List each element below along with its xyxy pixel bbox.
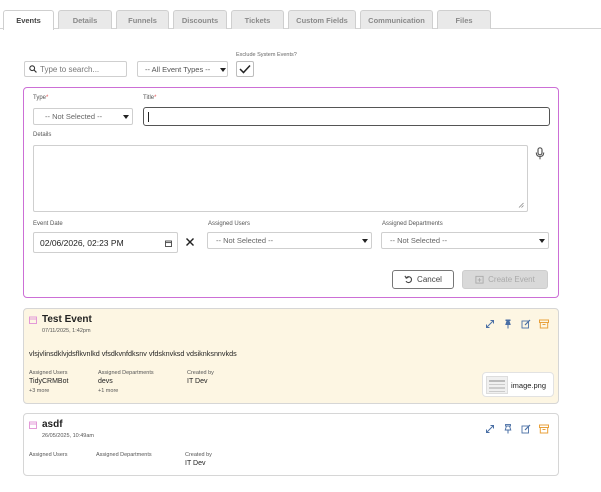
create-event-button-label: Create Event (488, 275, 535, 284)
tab-label: Files (455, 15, 473, 25)
event-date: 07/11/2025, 1:42pm (42, 328, 91, 334)
event-date: 26/05/2025, 10:49am (42, 433, 94, 439)
tab-events[interactable]: Events (3, 10, 54, 30)
expand-icon[interactable] (485, 319, 495, 329)
edit-icon[interactable] (521, 424, 531, 434)
assigned-users-value: -- Not Selected -- (216, 236, 274, 245)
tab-label: Details (72, 15, 98, 25)
tab-details[interactable]: Details (58, 10, 112, 29)
tab-custom-fields[interactable]: Custom Fields (288, 10, 356, 29)
assigned-departments-value: devs (98, 378, 113, 385)
search-input[interactable] (37, 64, 117, 74)
clear-date-icon[interactable] (185, 237, 195, 247)
event-title: asdf (42, 419, 63, 430)
pin-icon[interactable] (503, 319, 513, 329)
event-types-value: -- All Event Types -- (145, 64, 211, 74)
tab-funnels[interactable]: Funnels (116, 10, 169, 29)
chevron-down-icon (539, 239, 545, 243)
tab-tickets[interactable]: Tickets (231, 10, 284, 29)
assigned-users-more[interactable]: +3 more (29, 388, 49, 394)
exclude-system-events-label: Exclude System Events? (236, 52, 297, 58)
details-label: Details (33, 132, 52, 138)
created-by-value: IT Dev (187, 378, 208, 385)
tab-label: Tickets (244, 15, 271, 25)
edit-icon[interactable] (521, 319, 531, 329)
event-date-input[interactable]: 02/06/2026, 02:23 PM (33, 232, 178, 253)
assigned-users-label: Assigned Users (29, 370, 68, 376)
attachment-thumbnail (486, 376, 508, 394)
created-by-label: Created by (185, 452, 212, 458)
assigned-users-value: TidyCRMBot (29, 378, 69, 385)
calendar-icon (29, 316, 37, 324)
chevron-down-icon (123, 115, 129, 119)
tab-label: Custom Fields (296, 15, 348, 25)
undo-icon (404, 275, 413, 284)
assigned-users-label: Assigned Users (29, 452, 68, 458)
tab-communication[interactable]: Communication (360, 10, 433, 29)
pin-icon[interactable] (503, 424, 513, 434)
assigned-departments-label: Assigned Departments (98, 370, 154, 376)
text-cursor (148, 111, 149, 122)
event-title: Test Event (42, 314, 92, 325)
calendar-icon[interactable] (165, 240, 172, 247)
attachment-chip[interactable]: image.png (482, 372, 554, 397)
check-icon (239, 64, 251, 74)
assigned-departments-label: Assigned Departments (382, 221, 443, 227)
created-by-label: Created by (187, 370, 214, 376)
exclude-system-events-checkbox[interactable] (236, 61, 254, 77)
archive-icon[interactable] (539, 424, 549, 434)
microphone-icon[interactable] (535, 147, 545, 160)
create-event-panel: Type* -- Not Selected -- Title* Details … (23, 87, 559, 298)
type-select-value: -- Not Selected -- (45, 112, 103, 121)
tab-files[interactable]: Files (437, 10, 491, 29)
assigned-users-label: Assigned Users (208, 221, 251, 227)
event-types-select[interactable]: -- All Event Types -- (137, 61, 228, 77)
create-event-button[interactable]: Create Event (462, 270, 548, 289)
search-box (24, 61, 127, 77)
archive-icon[interactable] (539, 319, 549, 329)
assigned-departments-more[interactable]: +1 more (98, 388, 118, 394)
assigned-users-select[interactable]: -- Not Selected -- (207, 232, 372, 249)
cancel-button-label: Cancel (417, 275, 442, 284)
tab-discounts[interactable]: Discounts (173, 10, 227, 29)
calendar-plus-icon (475, 275, 484, 284)
assigned-departments-label: Assigned Departments (96, 452, 152, 458)
event-body: vlsjvlinsdklvjdsflkvnlkd vfsdkvnfdksnv v… (29, 349, 237, 358)
title-input[interactable] (143, 107, 550, 126)
search-icon (29, 65, 37, 73)
type-select[interactable]: -- Not Selected -- (33, 108, 133, 125)
event-card: asdf 26/05/2025, 10:49am Assigned Users … (23, 413, 559, 476)
chevron-down-icon (362, 239, 368, 243)
attachment-filename: image.png (511, 381, 547, 390)
tab-label: Funnels (128, 15, 157, 25)
event-date-label: Event Date (33, 221, 63, 227)
tab-label: Events (16, 16, 41, 25)
event-date-value: 02/06/2026, 02:23 PM (40, 237, 124, 248)
cancel-button[interactable]: Cancel (392, 270, 454, 289)
resize-handle-icon[interactable] (518, 202, 524, 208)
tab-label: Discounts (181, 15, 219, 25)
type-label: Type* (33, 95, 49, 101)
assigned-departments-value: -- Not Selected -- (390, 236, 448, 245)
event-card: Test Event 07/11/2025, 1:42pm vlsjvlinsd… (23, 308, 559, 404)
title-label: Title* (143, 95, 157, 101)
calendar-icon (29, 421, 37, 429)
assigned-departments-select[interactable]: -- Not Selected -- (381, 232, 549, 249)
created-by-value: IT Dev (185, 460, 206, 467)
expand-icon[interactable] (485, 424, 495, 434)
details-textarea[interactable] (33, 145, 528, 212)
tab-label: Communication (368, 15, 425, 25)
chevron-down-icon (220, 68, 226, 72)
